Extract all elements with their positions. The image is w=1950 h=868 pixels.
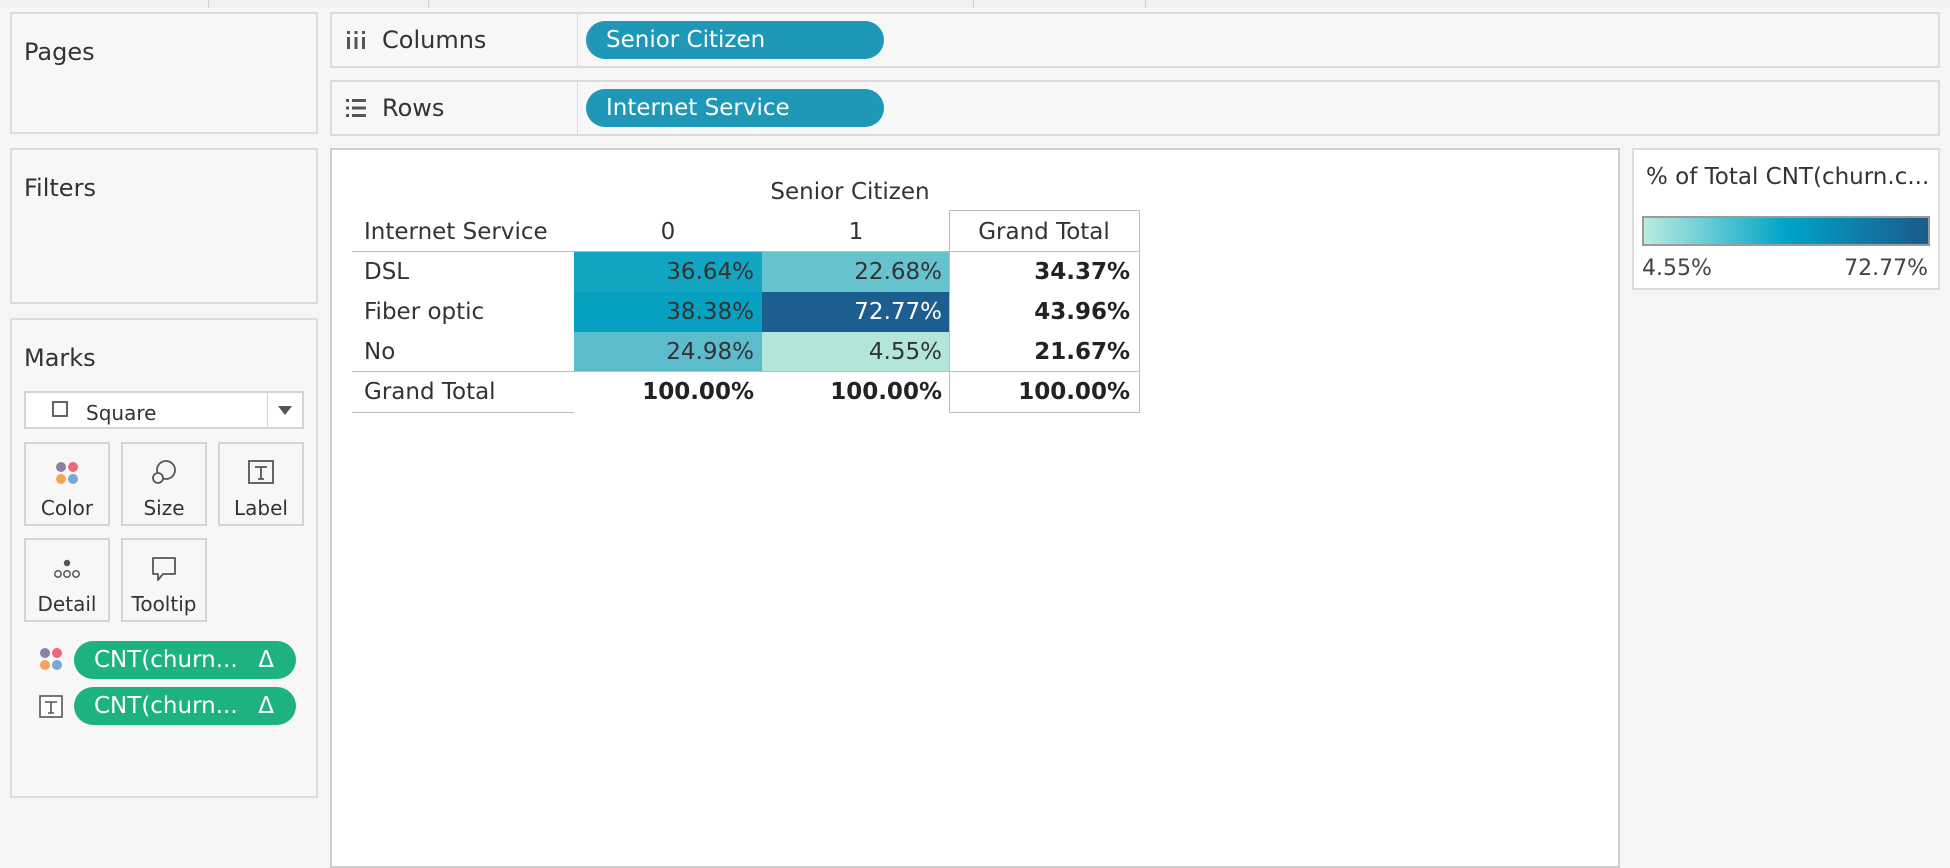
color-field-pill[interactable]: CNT(churn... Δ (74, 641, 296, 679)
pill-text: CNT(churn... (94, 647, 238, 673)
row-label-grand-total: Grand Total (364, 379, 496, 405)
rows-shelf[interactable]: Rows Internet Service (330, 80, 1940, 136)
row-total-cell: 34.37% (1034, 259, 1130, 285)
detail-button[interactable]: Detail (24, 538, 110, 622)
mark-type-label: Square (86, 401, 157, 425)
columns-label: Columns (382, 26, 487, 54)
value-cell: 38.38% (666, 299, 754, 325)
toolbar-divider (428, 0, 429, 8)
column-header-title: Senior Citizen (770, 179, 930, 205)
filters-title: Filters (24, 174, 96, 202)
columns-shelf-label: Columns (332, 14, 578, 66)
color-legend[interactable]: % of Total CNT(churn.c... 4.55% 72.77% (1632, 148, 1940, 290)
pill-text: CNT(churn... (94, 693, 238, 719)
filters-shelf[interactable]: Filters (10, 148, 318, 304)
size-button-label: Size (143, 496, 185, 520)
senior-citizen-pill[interactable]: Senior Citizen (586, 21, 884, 59)
label-button[interactable]: Label (218, 442, 304, 526)
row-label-no[interactable]: No (352, 332, 574, 372)
toolbar-strip (0, 0, 1950, 8)
total-right-divider (1139, 210, 1140, 413)
total-left-divider (949, 210, 950, 413)
value-cell: 36.64% (666, 259, 754, 285)
row-header-title: Internet Service (364, 219, 548, 245)
tooltip-button-label: Tooltip (131, 592, 197, 616)
legend-max: 72.77% (1844, 256, 1928, 281)
legend-gradient-bar (1642, 216, 1930, 246)
color-button-label: Color (40, 496, 94, 520)
detail-button-label: Detail (37, 592, 97, 616)
value-cell: 4.55% (868, 339, 942, 365)
color-dots-icon (40, 648, 62, 670)
square-mark-icon (52, 401, 68, 417)
grand-total-cell: 100.00% (1018, 379, 1130, 405)
delta-icon: Δ (258, 693, 274, 719)
columns-icon (347, 31, 365, 49)
toolbar-divider (973, 0, 974, 8)
total-divider (352, 371, 1140, 372)
size-circles-icon (152, 460, 176, 484)
value-cell: 22.68% (854, 259, 942, 285)
value-cell: 24.98% (666, 339, 754, 365)
column-total-cell: 100.00% (642, 379, 754, 405)
chevron-down-icon[interactable] (278, 406, 292, 415)
rows-icon (346, 99, 366, 117)
total-bottom-divider (950, 412, 1140, 413)
grand-total-header: Grand Total (978, 219, 1110, 245)
text-label-icon (248, 460, 274, 484)
label-button-label: Label (234, 496, 288, 520)
row-total-cell: 43.96% (1034, 299, 1130, 325)
column-header-0: 0 (660, 219, 676, 245)
row-label-fiber-optic[interactable]: Fiber optic (352, 292, 574, 332)
color-button[interactable]: Color (24, 442, 110, 526)
columns-shelf[interactable]: Columns Senior Citizen (330, 12, 1940, 68)
speech-bubble-icon (152, 557, 176, 581)
color-dots-icon (56, 462, 78, 484)
legend-title: % of Total CNT(churn.c... (1646, 164, 1930, 190)
header-divider (352, 251, 1140, 252)
mark-type-dropdown[interactable]: Square (24, 391, 304, 429)
row-label-dsl[interactable]: DSL (352, 252, 574, 292)
total-top-divider (950, 210, 1140, 211)
marks-title: Marks (24, 344, 96, 372)
pages-title: Pages (24, 38, 95, 66)
rows-label: Rows (382, 94, 445, 122)
label-field-pill[interactable]: CNT(churn... Δ (74, 687, 296, 725)
size-button[interactable]: Size (121, 442, 207, 526)
row-total-cell: 21.67% (1034, 339, 1130, 365)
dropdown-divider (267, 393, 268, 427)
delta-icon: Δ (258, 647, 274, 673)
toolbar-divider (208, 0, 209, 8)
pages-shelf[interactable]: Pages (10, 12, 318, 134)
value-cell: 72.77% (854, 299, 942, 325)
column-header-1: 1 (848, 219, 864, 245)
tooltip-button[interactable]: Tooltip (121, 538, 207, 622)
legend-min: 4.55% (1642, 256, 1712, 281)
detail-dots-icon (54, 559, 80, 578)
rows-shelf-label: Rows (332, 82, 578, 134)
view-canvas[interactable]: Senior Citizen Internet Service 0 1 Gran… (330, 148, 1620, 868)
column-total-cell: 100.00% (830, 379, 942, 405)
internet-service-pill[interactable]: Internet Service (586, 89, 884, 127)
row-bottom-divider (352, 412, 574, 413)
toolbar-divider (1145, 0, 1146, 8)
text-label-icon (39, 695, 63, 718)
